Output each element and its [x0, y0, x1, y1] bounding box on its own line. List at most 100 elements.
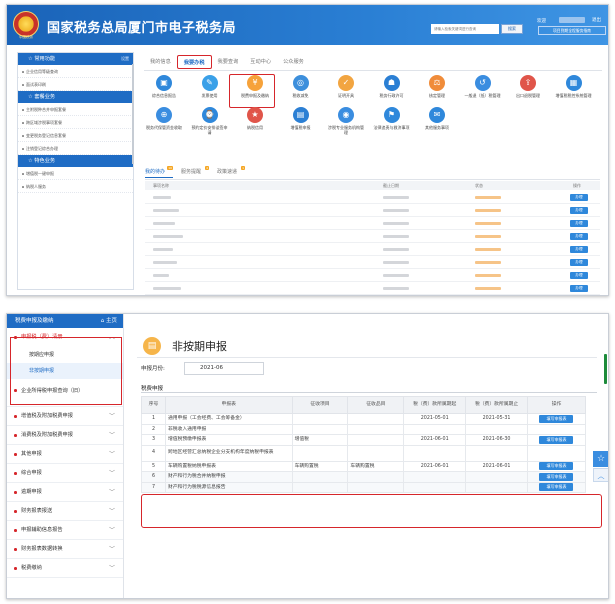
service-tax-reduction-item[interactable]: ◎ 税收减免 [282, 75, 320, 98]
handle-button[interactable]: 办理 [570, 285, 588, 292]
fill-declaration-button[interactable]: 填写申报表 [539, 472, 574, 481]
sidebar-item[interactable]: 变更税务登记信息套餐 [18, 129, 133, 142]
cell-form: 财产和行为税税源信息报告 [164, 481, 293, 493]
sidebar-section-special[interactable]: ☆ 特色业务 [18, 155, 133, 167]
month-picker[interactable]: 2021-06 [184, 362, 264, 375]
cell-action [526, 444, 587, 462]
home-link[interactable]: ⌂ 主页 [101, 314, 117, 328]
service-vat-item[interactable]: ▤ 增值税申报 [282, 107, 320, 130]
service-verify-item[interactable]: ⚖ 核定管理 [418, 75, 456, 98]
agency-icon: ◉ [338, 107, 354, 123]
sidebar-item[interactable]: 企业信用等级查询 [18, 65, 133, 78]
handle-button[interactable]: 办理 [570, 220, 588, 227]
cell-no: 2 [141, 423, 166, 435]
tax-emblem-logo [13, 11, 39, 37]
fill-declaration-button[interactable]: 填写申报表 [539, 462, 574, 471]
menu-data-convert[interactable]: 财务报表数据转换 ﹀ [7, 540, 123, 559]
service-info-report-item[interactable]: ▣ 综合信息报告 [145, 75, 183, 98]
sidebar-item[interactable]: 注销登记综合办理 [18, 142, 133, 155]
fill-declaration-button[interactable]: 填写申报表 [539, 435, 574, 444]
col-action: 操作 [526, 396, 587, 414]
menu-overdue[interactable]: 逾期申报 ﹀ [7, 483, 123, 502]
service-law-item[interactable]: ⚑ 法律追责与救济事项 [373, 107, 411, 130]
other-service-icon: ✉ [429, 107, 445, 123]
sidebar-item[interactable]: 纳税人服务 [18, 180, 133, 193]
redacted-item-name [153, 274, 169, 277]
task-row: 办理 [145, 217, 600, 230]
handle-button[interactable]: 办理 [570, 207, 588, 214]
chevron-down-icon: ﹀ [108, 432, 115, 439]
tab-service-reminder[interactable]: 服务提醒 4 [181, 166, 210, 178]
tab-policy-news[interactable]: 政策速递 1 [217, 166, 246, 178]
menu-tax-payment[interactable]: 税费缴纳 ﹀ [7, 559, 123, 578]
service-other-service-item[interactable]: ✉ 其他服务事项 [418, 107, 456, 130]
search-input[interactable] [431, 24, 499, 34]
page-scrollbar[interactable] [604, 354, 607, 384]
sidebar-item[interactable]: 跨区域涉税事项套餐 [18, 116, 133, 129]
service-export-refund-item[interactable]: ⇪ 出口退税管理 [509, 75, 547, 98]
handle-button[interactable]: 办理 [570, 272, 588, 279]
service-custody-fund-item[interactable]: ⊕ 税务代保管资金收取 [145, 107, 183, 130]
tab-my-todo[interactable]: 我的待办 10 [145, 166, 174, 178]
handle-button[interactable]: 办理 [570, 194, 588, 201]
tax-control-icon: ▦ [565, 75, 582, 91]
sidebar-item[interactable]: 主附税种合并申报套餐 [18, 103, 133, 116]
sidebar-section-package[interactable]: ☆ 套餐业务 [18, 91, 133, 103]
info-report-icon: ▣ [156, 75, 172, 91]
fill-declaration-button[interactable]: 填写申报表 [539, 483, 574, 492]
service-admin-permit-item[interactable]: ☗ 税务行政许可 [373, 75, 411, 98]
export-refund-icon: ⇪ [520, 75, 536, 91]
sidebar-item[interactable]: 面试表印刷 [18, 78, 133, 91]
tab-query[interactable]: 我要查询 [212, 55, 245, 69]
service-invoice-item[interactable]: ✎ 发票使用 [191, 75, 229, 98]
service-refund-item[interactable]: ↺ 一般退（抵）税管理 [464, 75, 502, 98]
settings-link[interactable]: 设置 [121, 53, 129, 65]
tab-my-info[interactable]: 我的信息 [144, 55, 177, 69]
cell-no: 5 [141, 460, 166, 472]
handle-button[interactable]: 办理 [570, 259, 588, 266]
service-label: 增值税申报 [290, 125, 311, 130]
service-label: 税费申报及缴纳 [241, 93, 269, 98]
tab-public-service[interactable]: 公众服务 [277, 55, 310, 69]
cell-period-start: 2021-05-01 [403, 413, 467, 425]
service-credit-item[interactable]: ★ 纳税信用 [236, 107, 274, 130]
cell-action: 填写申报表 [526, 460, 587, 472]
service-certificate-item[interactable]: ✓ 证明开具 [327, 75, 365, 98]
menu-comprehensive[interactable]: 综合申报 ﹀ [7, 464, 123, 483]
service-guide-button[interactable]: 项目到期全程服务指南 [538, 26, 606, 35]
sidebar-section-common[interactable]: ☆ 常用功能 设置 [18, 53, 133, 65]
fill-declaration-button[interactable]: 填写申报表 [539, 414, 574, 423]
logout-link[interactable]: 退出 [592, 17, 601, 23]
declaration-panel: 税费申报及缴纳 ⌂ 主页 申报税（费）清册 ︿ 按期应申报 非按期申报 企业所得税申… [6, 313, 609, 599]
main-tabs: 我的信息 我要办税 我要查询 互动中心 公众服务 [144, 55, 310, 69]
search-button[interactable]: 搜索 [501, 24, 523, 34]
menu-financial-report[interactable]: 财务报表报送 ﹀ [7, 502, 123, 521]
service-pricing-item[interactable]: ⌚ 预约定价安排谈签申请 [191, 107, 229, 135]
cell-action: 填写申报表 [526, 481, 587, 493]
handle-button[interactable]: 办理 [570, 233, 588, 240]
tab-tax-handling[interactable]: 我要办税 [176, 55, 212, 69]
service-agency-item[interactable]: ◉ 涉税专业服务机构管理 [327, 107, 365, 135]
menu-aux-info[interactable]: 申报辅助信息报告 ﹀ [7, 521, 123, 540]
menu-vat-declare[interactable]: 增值税及附加税费申报 ﹀ [7, 407, 123, 426]
tab-interaction[interactable]: 互动中心 [244, 55, 277, 69]
table-row: 7 财产和行为税税源信息报告 填写申报表 [141, 481, 587, 493]
tax-reduction-icon: ◎ [292, 75, 309, 91]
reminder-count-badge: 4 [205, 166, 210, 170]
service-tax-control-item[interactable]: ▦ 增值税税控系统管理 [555, 75, 593, 98]
task-tabs: 我的待办 10 服务提醒 4 政策速递 1 [145, 166, 246, 178]
menu-other-declare[interactable]: 其他申报 ﹀ [7, 445, 123, 464]
service-tax-declare-item[interactable]: ¥ 税费申报及缴纳 [236, 75, 274, 98]
back-to-top-icon[interactable]: ︿ [593, 468, 608, 482]
menu-consumption-tax[interactable]: 消费税及附加税费申报 ﹀ [7, 426, 123, 445]
verify-icon: ⚖ [429, 75, 445, 91]
month-label: 申报月份: [141, 366, 165, 372]
favorite-star-icon[interactable]: ☆ [593, 451, 608, 467]
redacted-item-name [153, 196, 171, 199]
certificate-icon: ✓ [338, 75, 354, 91]
cell-action [526, 423, 587, 435]
sidebar-item[interactable]: 增值税一键申报 [18, 167, 133, 180]
sidebar-scrollbar[interactable] [132, 64, 134, 164]
handle-button[interactable]: 办理 [570, 246, 588, 253]
redacted-deadline [383, 222, 409, 225]
